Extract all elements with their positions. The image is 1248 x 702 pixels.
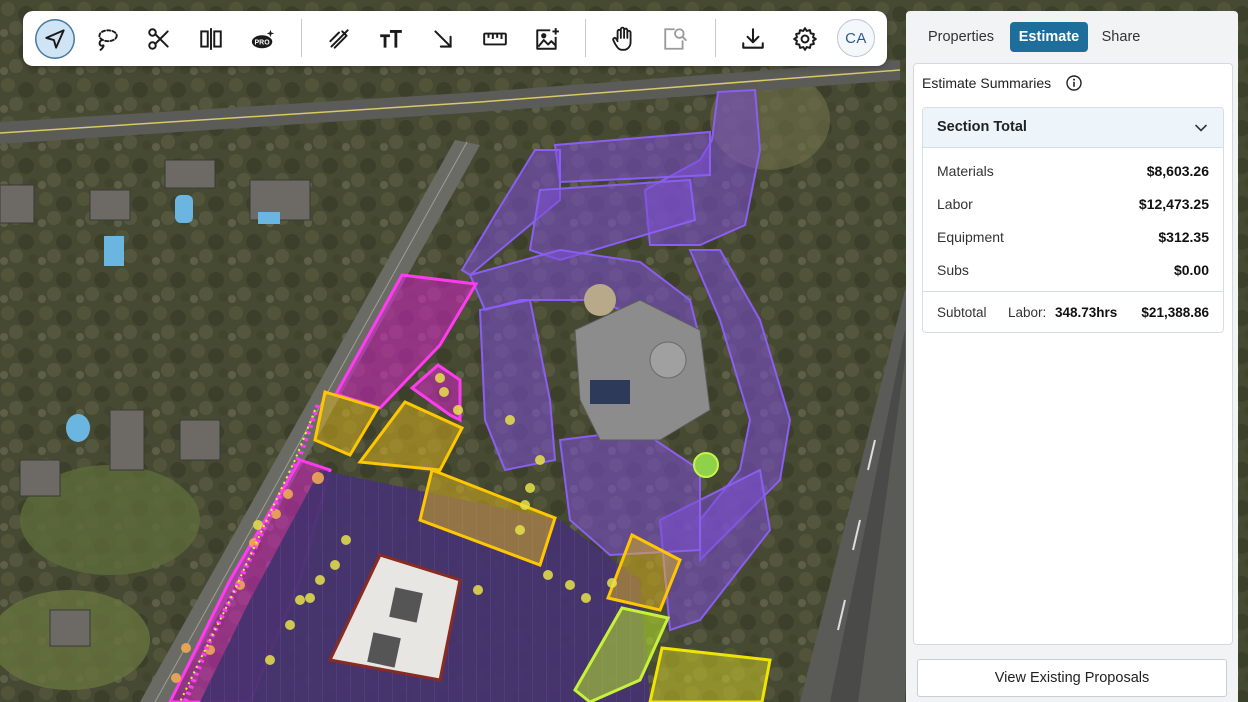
download-icon[interactable] — [733, 19, 773, 59]
info-icon[interactable] — [1065, 74, 1083, 92]
chevron-down-icon — [1195, 124, 1207, 132]
estimate-summaries-title: Estimate Summaries — [922, 75, 1052, 91]
right-side-panel: Properties Estimate Share Estimate Summa… — [906, 11, 1238, 702]
subtotal-label: Subtotal — [937, 305, 987, 320]
section-total-panel: Section Total Materials $8,603.26 Labor … — [922, 107, 1224, 333]
subtotal-amount: $21,388.86 — [1141, 305, 1209, 320]
navigate-arrow-icon[interactable] — [35, 19, 75, 59]
row-value: $8,603.26 — [1146, 163, 1209, 179]
toolbar-separator — [301, 19, 302, 57]
section-total-header[interactable]: Section Total — [923, 108, 1223, 148]
row-value: $12,473.25 — [1138, 196, 1209, 212]
drawing-toolbar: PRO CA — [23, 11, 887, 66]
row-label: Materials — [937, 163, 994, 179]
tab-share[interactable]: Share — [1096, 22, 1146, 52]
text-icon[interactable] — [371, 19, 411, 59]
section-total-title: Section Total — [937, 119, 1027, 135]
split-icon[interactable] — [191, 19, 231, 59]
labor-row: Labor $12,473.25 — [937, 196, 1209, 218]
hand-pan-icon[interactable] — [603, 19, 643, 59]
settings-gear-icon[interactable] — [785, 19, 825, 59]
equipment-row: Equipment $312.35 — [937, 229, 1209, 251]
row-label: Equipment — [937, 229, 1004, 245]
toolbar-separator — [585, 19, 586, 57]
ai-pro-icon[interactable]: PRO — [243, 19, 283, 59]
arrow-icon[interactable] — [423, 19, 463, 59]
zoom-area-icon[interactable] — [655, 19, 695, 59]
draw-pen-icon[interactable] — [319, 19, 359, 59]
lasso-icon[interactable] — [87, 19, 127, 59]
tab-estimate[interactable]: Estimate — [1010, 22, 1088, 52]
subs-row: Subs $0.00 — [937, 262, 1209, 284]
panel-tabs: Properties Estimate Share — [906, 11, 1238, 61]
row-label: Subs — [937, 262, 969, 278]
estimate-card: Estimate Summaries Section Total Materia… — [913, 63, 1233, 645]
tab-properties[interactable]: Properties — [920, 22, 1002, 52]
view-existing-proposals-button[interactable]: View Existing Proposals — [917, 659, 1227, 697]
row-value: $312.35 — [1158, 229, 1209, 245]
ruler-icon[interactable] — [475, 19, 515, 59]
subtotal-divider — [923, 291, 1223, 292]
row-label: Labor — [937, 196, 973, 212]
pro-badge-text: PRO — [255, 40, 271, 47]
materials-row: Materials $8,603.26 — [937, 163, 1209, 185]
scissors-icon[interactable] — [139, 19, 179, 59]
add-image-icon[interactable] — [527, 19, 567, 59]
subtotal-labor-label: Labor: — [1008, 305, 1047, 320]
user-avatar[interactable]: CA — [837, 19, 875, 57]
row-value: $0.00 — [1173, 262, 1209, 278]
toolbar-separator — [715, 19, 716, 57]
subtotal-labor-hours: 348.73hrs — [1055, 305, 1118, 320]
